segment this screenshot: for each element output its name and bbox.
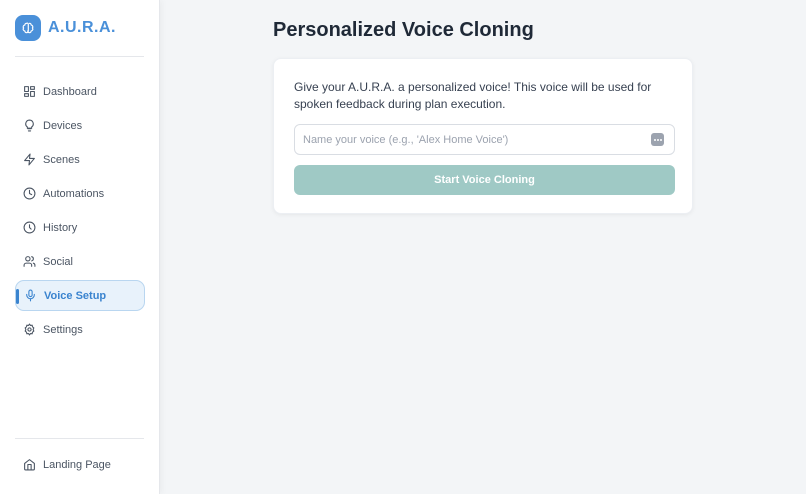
sidebar: A.U.R.A. Dashboard Devices Scenes Automa… <box>0 0 160 494</box>
page-title: Personalized Voice Cloning <box>273 19 534 41</box>
history-icon <box>23 221 36 234</box>
sidebar-item-label: Dashboard <box>43 85 97 98</box>
sidebar-item-landing-page[interactable]: Landing Page <box>15 449 145 480</box>
voice-cloning-card: Give your A.U.R.A. a personalized voice!… <box>273 58 693 214</box>
microphone-icon <box>24 289 37 302</box>
sidebar-nav: Dashboard Devices Scenes Automations His… <box>15 76 145 348</box>
sidebar-item-label: Settings <box>43 323 83 336</box>
voice-name-input[interactable] <box>295 125 645 154</box>
sidebar-item-label: Scenes <box>43 153 80 166</box>
sidebar-item-social[interactable]: Social <box>15 246 145 277</box>
home-icon <box>23 458 36 471</box>
sidebar-item-label: Landing Page <box>43 458 111 471</box>
sidebar-item-label: Devices <box>43 119 83 132</box>
sidebar-item-settings[interactable]: Settings <box>15 314 145 345</box>
clock-icon <box>23 187 36 200</box>
sidebar-item-automations[interactable]: Automations <box>15 178 145 209</box>
lightning-icon <box>23 153 36 166</box>
card-description: Give your A.U.R.A. a personalized voice!… <box>294 80 652 111</box>
sidebar-item-scenes[interactable]: Scenes <box>15 144 145 175</box>
sidebar-item-label: Automations <box>43 187 105 200</box>
brand[interactable]: A.U.R.A. <box>15 15 116 41</box>
dashboard-icon <box>23 85 36 98</box>
gear-icon <box>23 323 36 336</box>
sidebar-item-label: Social <box>43 255 73 268</box>
sidebar-item-label: Voice Setup <box>44 289 107 302</box>
sidebar-item-dashboard[interactable]: Dashboard <box>15 76 145 107</box>
voice-name-field <box>294 124 675 155</box>
brain-icon <box>15 15 41 41</box>
sidebar-item-history[interactable]: History <box>15 212 145 243</box>
sidebar-item-voice-setup[interactable]: Voice Setup <box>15 280 145 311</box>
start-voice-cloning-button[interactable]: Start Voice Cloning <box>294 165 675 195</box>
sidebar-divider-top <box>15 56 144 57</box>
sidebar-item-devices[interactable]: Devices <box>15 110 145 141</box>
sidebar-footer: Landing Page <box>15 449 145 483</box>
app-name: A.U.R.A. <box>48 19 116 36</box>
sidebar-divider-bottom <box>15 438 144 439</box>
lightbulb-icon <box>23 119 36 132</box>
users-icon <box>23 255 36 268</box>
more-dots-icon[interactable] <box>651 133 664 146</box>
sidebar-item-label: History <box>43 221 78 234</box>
